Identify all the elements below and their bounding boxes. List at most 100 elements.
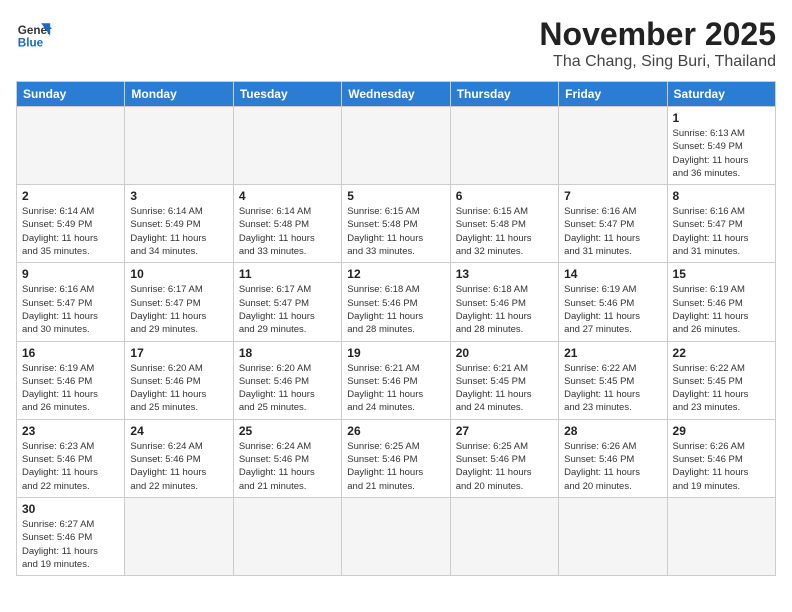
calendar-cell: 2 Sunrise: 6:14 AM Sunset: 5:49 PM Daylig…: [17, 185, 125, 263]
day-info: Sunrise: 6:18 AM Sunset: 5:46 PM Dayligh…: [456, 283, 553, 336]
calendar-cell: 12 Sunrise: 6:18 AM Sunset: 5:46 PM Dayli…: [342, 263, 450, 341]
calendar-cell: 23Sunrise: 6:23 AM Sunset: 5:46 PM Dayli…: [17, 419, 125, 497]
day-number: 8: [673, 189, 770, 203]
day-number: 13: [456, 267, 553, 281]
day-number: 28: [564, 424, 661, 438]
calendar-week-4: 16Sunrise: 6:19 AM Sunset: 5:46 PM Dayli…: [17, 341, 776, 419]
calendar-cell: [450, 497, 558, 575]
day-number: 15: [673, 267, 770, 281]
day-number: 14: [564, 267, 661, 281]
weekday-header-wednesday: Wednesday: [342, 82, 450, 107]
day-info: Sunrise: 6:24 AM Sunset: 5:46 PM Dayligh…: [130, 440, 227, 493]
calendar-cell: [342, 497, 450, 575]
calendar-cell: 7 Sunrise: 6:16 AM Sunset: 5:47 PM Daylig…: [559, 185, 667, 263]
title-block: November 2025 Tha Chang, Sing Buri, Thai…: [539, 16, 776, 71]
calendar-cell: 3 Sunrise: 6:14 AM Sunset: 5:49 PM Daylig…: [125, 185, 233, 263]
day-number: 1: [673, 111, 770, 125]
day-number: 16: [22, 346, 119, 360]
calendar-cell: 18Sunrise: 6:20 AM Sunset: 5:46 PM Dayli…: [233, 341, 341, 419]
calendar-cell: [17, 107, 125, 185]
day-number: 26: [347, 424, 444, 438]
calendar-cell: 14 Sunrise: 6:19 AM Sunset: 5:46 PM Dayli…: [559, 263, 667, 341]
day-info: Sunrise: 6:24 AM Sunset: 5:46 PM Dayligh…: [239, 440, 336, 493]
weekday-header-friday: Friday: [559, 82, 667, 107]
calendar-cell: 30 Sunrise: 6:27 AM Sunset: 5:46 PM Dayli…: [17, 497, 125, 575]
calendar-cell: [450, 107, 558, 185]
day-number: 2: [22, 189, 119, 203]
day-info: Sunrise: 6:16 AM Sunset: 5:47 PM Dayligh…: [22, 283, 119, 336]
calendar-cell: 21Sunrise: 6:22 AM Sunset: 5:45 PM Dayli…: [559, 341, 667, 419]
calendar-week-6: 30 Sunrise: 6:27 AM Sunset: 5:46 PM Dayli…: [17, 497, 776, 575]
calendar-week-3: 9 Sunrise: 6:16 AM Sunset: 5:47 PM Daylig…: [17, 263, 776, 341]
day-number: 27: [456, 424, 553, 438]
calendar-cell: 19 Sunrise: 6:21 AM Sunset: 5:46 PM Dayli…: [342, 341, 450, 419]
day-info: Sunrise: 6:16 AM Sunset: 5:47 PM Dayligh…: [564, 205, 661, 258]
calendar-cell: [233, 497, 341, 575]
day-info: Sunrise: 6:27 AM Sunset: 5:46 PM Dayligh…: [22, 518, 119, 571]
day-number: 23: [22, 424, 119, 438]
day-info: Sunrise: 6:25 AM Sunset: 5:46 PM Dayligh…: [347, 440, 444, 493]
svg-text:Blue: Blue: [18, 37, 44, 50]
day-info: Sunrise: 6:19 AM Sunset: 5:46 PM Dayligh…: [564, 283, 661, 336]
day-number: 12: [347, 267, 444, 281]
calendar-week-5: 23Sunrise: 6:23 AM Sunset: 5:46 PM Dayli…: [17, 419, 776, 497]
calendar-cell: 6Sunrise: 6:15 AM Sunset: 5:48 PM Daylig…: [450, 185, 558, 263]
weekday-header-tuesday: Tuesday: [233, 82, 341, 107]
calendar-cell: [125, 497, 233, 575]
day-number: 3: [130, 189, 227, 203]
day-info: Sunrise: 6:26 AM Sunset: 5:46 PM Dayligh…: [564, 440, 661, 493]
calendar-table: SundayMondayTuesdayWednesdayThursdayFrid…: [16, 81, 776, 576]
day-number: 19: [347, 346, 444, 360]
day-info: Sunrise: 6:19 AM Sunset: 5:46 PM Dayligh…: [673, 283, 770, 336]
day-number: 25: [239, 424, 336, 438]
logo-icon: General Blue: [16, 16, 52, 52]
day-info: Sunrise: 6:14 AM Sunset: 5:49 PM Dayligh…: [130, 205, 227, 258]
calendar-cell: 4 Sunrise: 6:14 AM Sunset: 5:48 PM Daylig…: [233, 185, 341, 263]
day-info: Sunrise: 6:21 AM Sunset: 5:45 PM Dayligh…: [456, 362, 553, 415]
day-info: Sunrise: 6:15 AM Sunset: 5:48 PM Dayligh…: [347, 205, 444, 258]
day-info: Sunrise: 6:18 AM Sunset: 5:46 PM Dayligh…: [347, 283, 444, 336]
calendar-cell: 25 Sunrise: 6:24 AM Sunset: 5:46 PM Dayli…: [233, 419, 341, 497]
weekday-header-row: SundayMondayTuesdayWednesdayThursdayFrid…: [17, 82, 776, 107]
day-number: 30: [22, 502, 119, 516]
day-info: Sunrise: 6:14 AM Sunset: 5:48 PM Dayligh…: [239, 205, 336, 258]
day-info: Sunrise: 6:13 AM Sunset: 5:49 PM Dayligh…: [673, 127, 770, 180]
day-info: Sunrise: 6:17 AM Sunset: 5:47 PM Dayligh…: [130, 283, 227, 336]
calendar-cell: 15 Sunrise: 6:19 AM Sunset: 5:46 PM Dayli…: [667, 263, 775, 341]
day-number: 11: [239, 267, 336, 281]
day-info: Sunrise: 6:21 AM Sunset: 5:46 PM Dayligh…: [347, 362, 444, 415]
day-number: 21: [564, 346, 661, 360]
day-info: Sunrise: 6:20 AM Sunset: 5:46 PM Dayligh…: [130, 362, 227, 415]
calendar-cell: 5 Sunrise: 6:15 AM Sunset: 5:48 PM Daylig…: [342, 185, 450, 263]
day-number: 10: [130, 267, 227, 281]
calendar-week-1: 1 Sunrise: 6:13 AM Sunset: 5:49 PM Daylig…: [17, 107, 776, 185]
day-number: 5: [347, 189, 444, 203]
weekday-header-monday: Monday: [125, 82, 233, 107]
calendar-cell: 24 Sunrise: 6:24 AM Sunset: 5:46 PM Dayli…: [125, 419, 233, 497]
calendar-cell: 27Sunrise: 6:25 AM Sunset: 5:46 PM Dayli…: [450, 419, 558, 497]
calendar-cell: 8Sunrise: 6:16 AM Sunset: 5:47 PM Daylig…: [667, 185, 775, 263]
day-info: Sunrise: 6:14 AM Sunset: 5:49 PM Dayligh…: [22, 205, 119, 258]
day-info: Sunrise: 6:22 AM Sunset: 5:45 PM Dayligh…: [673, 362, 770, 415]
calendar-cell: 22 Sunrise: 6:22 AM Sunset: 5:45 PM Dayli…: [667, 341, 775, 419]
day-number: 6: [456, 189, 553, 203]
calendar-cell: [233, 107, 341, 185]
calendar-cell: 9 Sunrise: 6:16 AM Sunset: 5:47 PM Daylig…: [17, 263, 125, 341]
header: General Blue November 2025 Tha Chang, Si…: [16, 16, 776, 71]
day-info: Sunrise: 6:26 AM Sunset: 5:46 PM Dayligh…: [673, 440, 770, 493]
day-number: 20: [456, 346, 553, 360]
day-number: 24: [130, 424, 227, 438]
day-number: 17: [130, 346, 227, 360]
calendar-cell: 11Sunrise: 6:17 AM Sunset: 5:47 PM Dayli…: [233, 263, 341, 341]
day-number: 7: [564, 189, 661, 203]
calendar-cell: 16Sunrise: 6:19 AM Sunset: 5:46 PM Dayli…: [17, 341, 125, 419]
day-number: 29: [673, 424, 770, 438]
calendar-cell: 10 Sunrise: 6:17 AM Sunset: 5:47 PM Dayli…: [125, 263, 233, 341]
calendar-cell: [667, 497, 775, 575]
day-number: 22: [673, 346, 770, 360]
day-number: 4: [239, 189, 336, 203]
calendar-cell: 26 Sunrise: 6:25 AM Sunset: 5:46 PM Dayli…: [342, 419, 450, 497]
day-number: 9: [22, 267, 119, 281]
calendar-cell: 1 Sunrise: 6:13 AM Sunset: 5:49 PM Daylig…: [667, 107, 775, 185]
calendar-cell: [559, 107, 667, 185]
